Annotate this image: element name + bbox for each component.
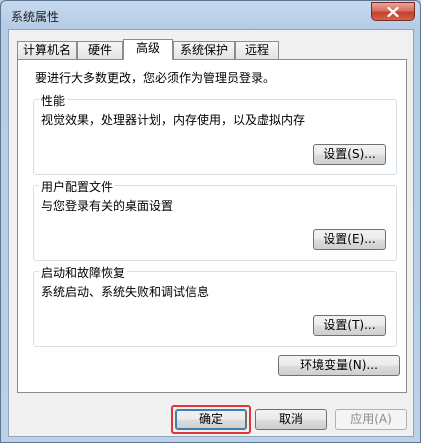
performance-description: 视觉效果，处理器计划，内存使用，以及虚拟内存 bbox=[41, 113, 306, 127]
startup-recovery-description: 系统启动、系统失败和调试信息 bbox=[41, 285, 210, 299]
title-bar[interactable]: 系统属性 bbox=[1, 1, 420, 27]
system-properties-window: 系统属性 计算机名 硬件 高级 系统保护 远程 要进行大多数更改，您必须作为管理… bbox=[0, 0, 421, 443]
ok-button[interactable]: 确定 bbox=[175, 409, 247, 430]
dialog-body: 计算机名 硬件 高级 系统保护 远程 要进行大多数更改，您必须作为管理员登录。 … bbox=[8, 29, 414, 437]
startup-recovery-group: 启动和故障恢复 系统启动、系统失败和调试信息 设置(T)... bbox=[33, 264, 397, 347]
close-button[interactable] bbox=[371, 2, 415, 21]
close-icon bbox=[387, 6, 399, 17]
user-profiles-description: 与您登录有关的桌面设置 bbox=[41, 199, 174, 213]
user-profiles-group-title: 用户配置文件 bbox=[39, 178, 116, 195]
tab-advanced[interactable]: 高级 bbox=[123, 39, 173, 60]
admin-notice: 要进行大多数更改，您必须作为管理员登录。 bbox=[35, 71, 276, 85]
cancel-button[interactable]: 取消 bbox=[255, 409, 327, 430]
user-profiles-group: 用户配置文件 与您登录有关的桌面设置 设置(E)... bbox=[33, 178, 397, 261]
startup-recovery-settings-button[interactable]: 设置(T)... bbox=[313, 315, 386, 336]
environment-variables-button[interactable]: 环境变量(N)... bbox=[278, 355, 400, 376]
performance-group-title: 性能 bbox=[39, 92, 68, 109]
window-title: 系统属性 bbox=[11, 10, 60, 24]
performance-settings-button[interactable]: 设置(S)... bbox=[313, 144, 386, 165]
tab-computer-name[interactable]: 计算机名 bbox=[17, 41, 77, 59]
tab-hardware[interactable]: 硬件 bbox=[77, 41, 123, 59]
tab-remote[interactable]: 远程 bbox=[235, 41, 279, 59]
startup-recovery-group-title: 启动和故障恢复 bbox=[39, 264, 128, 281]
tab-system-protection[interactable]: 系统保护 bbox=[173, 41, 235, 59]
performance-group: 性能 视觉效果，处理器计划，内存使用，以及虚拟内存 设置(S)... bbox=[33, 92, 397, 175]
user-profiles-settings-button[interactable]: 设置(E)... bbox=[313, 229, 386, 250]
apply-button[interactable]: 应用(A) bbox=[335, 409, 407, 430]
advanced-tab-panel: 要进行大多数更改，您必须作为管理员登录。 性能 视觉效果，处理器计划，内存使用，… bbox=[17, 59, 407, 393]
